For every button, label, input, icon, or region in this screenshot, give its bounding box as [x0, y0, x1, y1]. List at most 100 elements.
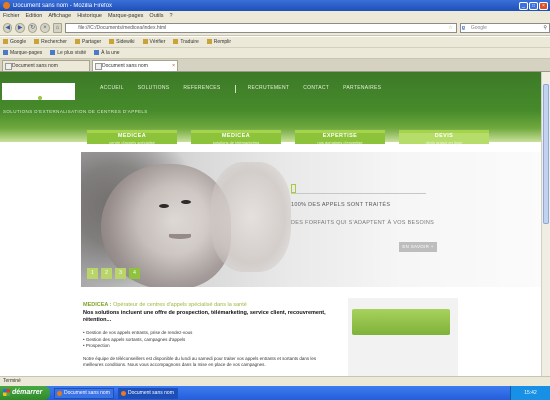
body-paragraph: Notre équipe de téléconseillers est disp…: [83, 355, 317, 367]
menu-view[interactable]: Affichage: [48, 13, 71, 19]
slide-dot-active[interactable]: 4: [129, 268, 140, 279]
menu-bookmarks[interactable]: Marque-pages: [108, 13, 143, 19]
window-controls: _ □ ×: [519, 1, 550, 10]
nav-item-home[interactable]: ACCUEIL: [100, 85, 138, 93]
hero-text: 100% DES APPELS SONT TRAITÉS DES FORFAIT…: [291, 182, 531, 252]
minimize-button[interactable]: _: [519, 1, 528, 10]
maximize-button[interactable]: □: [529, 1, 538, 10]
taskbar-item-label: Document sans nom: [128, 389, 174, 396]
subnav-button[interactable]: DEVIS devis gratuit en ligne: [399, 130, 489, 145]
windows-taskbar: démarrer Document sans nom Document sans…: [0, 386, 550, 400]
service-list: • Gestion de vos appels entrants, prise …: [83, 330, 333, 350]
bookmark-star-icon[interactable]: ☆: [448, 24, 452, 32]
subnav-subtitle: centre d'appels spécialisé: [109, 140, 155, 145]
forward-button[interactable]: ▶: [15, 22, 25, 33]
toolbar-item[interactable]: Rechercher: [34, 39, 67, 45]
menu-history[interactable]: Historique: [77, 13, 102, 19]
subnav-button[interactable]: EXPERTISE nos domaines d'expertise: [295, 130, 385, 145]
list-item: • Prospection: [83, 343, 110, 348]
home-button[interactable]: ⌂: [52, 22, 63, 33]
nav-item-contact[interactable]: CONTACT: [303, 85, 343, 93]
vertical-scrollbar[interactable]: [541, 72, 550, 376]
bookmark-item[interactable]: À la une: [94, 50, 119, 56]
subnav-subtitle: solutions de télémarketing: [212, 140, 260, 145]
url-bar[interactable]: file:///C:/Documents/medicea/index.html …: [65, 22, 457, 33]
browser-tab-active[interactable]: Document sans nom ×: [92, 60, 178, 71]
hero-more-button[interactable]: EN SAVOIR +: [399, 242, 437, 252]
intro-bold-text: Nos solutions incluent une offre de pros…: [83, 310, 326, 323]
hero-photo-hand: [211, 162, 291, 272]
hero-heading: 100% DES APPELS SONT TRAITÉS: [291, 202, 391, 208]
nav-item-recruitment[interactable]: RECRUTEMENT: [248, 85, 304, 93]
main-content: MEDICEA : Opérateur de centres d'appels …: [83, 302, 333, 368]
nav-item-solutions[interactable]: SOLUTIONS: [138, 85, 184, 93]
close-tab-icon[interactable]: ×: [172, 61, 175, 71]
search-input[interactable]: g Google ⚲: [459, 22, 550, 33]
tab-label: Document sans nom: [102, 63, 148, 69]
toolbar-item[interactable]: Vérifier: [143, 39, 166, 45]
subnav-title: DEVIS: [434, 133, 454, 139]
tab-strip: Document sans nom Document sans nom ×: [0, 59, 550, 72]
clock: 15:42: [524, 390, 537, 396]
menu-edit[interactable]: Edition: [26, 13, 43, 19]
site-logo[interactable]: [2, 83, 75, 100]
hero-phone-field: [291, 182, 426, 194]
toolbar-item[interactable]: Remplir: [207, 39, 231, 45]
slide-dot[interactable]: 1: [87, 268, 98, 279]
bookmark-item[interactable]: Le plus visité: [50, 50, 86, 56]
site-header: ACCUEIL SOLUTIONS REFERENCES RECRUTEMENT…: [0, 72, 550, 145]
toolbar-item[interactable]: Sidewiki: [109, 39, 134, 45]
start-label: démarrer: [12, 389, 43, 396]
sidebar-panel: [348, 298, 458, 378]
slide-dot[interactable]: 3: [115, 268, 126, 279]
hero-banner: 100% DES APPELS SONT TRAITÉS DES FORFAIT…: [81, 152, 541, 287]
nav-item-references[interactable]: REFERENCES: [183, 85, 234, 93]
toolbar-item[interactable]: Partager: [75, 39, 101, 45]
subnav-subtitle: nos domaines d'expertise: [317, 140, 363, 145]
search-icon[interactable]: ⚲: [543, 24, 547, 32]
intro-brand: MEDICEA :: [83, 302, 112, 308]
sub-navigation: MEDICEA centre d'appels spécialisé MEDIC…: [87, 130, 489, 145]
subnav-button[interactable]: MEDICEA centre d'appels spécialisé: [87, 130, 177, 145]
google-icon: g: [461, 24, 465, 31]
intro-headline: Opérateur de centres d'appels spécialisé…: [113, 302, 247, 308]
subnav-subtitle: devis gratuit en ligne: [425, 140, 463, 145]
start-button[interactable]: démarrer: [0, 386, 50, 400]
back-button[interactable]: ◀: [3, 22, 13, 33]
firefox-icon: [3, 2, 10, 9]
menu-bar: Fichier Edition Affichage Historique Mar…: [0, 11, 550, 20]
menu-file[interactable]: Fichier: [3, 13, 20, 19]
scrollbar-thumb[interactable]: [543, 84, 549, 224]
stop-button[interactable]: ×: [40, 22, 50, 33]
hero-photo-eye: [181, 200, 191, 204]
taskbar-item-label: Document sans nom: [64, 389, 110, 396]
bookmarks-bar: Marque-pages Le plus visité À la une: [0, 48, 550, 59]
subnav-button[interactable]: MEDICEA solutions de télémarketing: [191, 130, 281, 145]
slide-dot[interactable]: 2: [101, 268, 112, 279]
subnav-title: MEDICEA: [117, 133, 147, 139]
hero-photo-mouth: [169, 234, 191, 239]
taskbar-item[interactable]: Document sans nom: [54, 387, 114, 399]
bookmark-item[interactable]: Marque-pages: [3, 50, 42, 56]
nav-item-partners[interactable]: PARTENAIRES: [343, 85, 395, 93]
tab-label: Document sans nom: [12, 63, 58, 69]
google-toolbar: Google Rechercher Partager Sidewiki Véri…: [0, 37, 550, 48]
navigation-toolbar: ◀ ▶ ↻ × ⌂ file:///C:/Documents/medicea/i…: [0, 20, 550, 36]
toolbar-item[interactable]: Google: [3, 39, 26, 45]
taskbar-item-active[interactable]: Document sans nom: [118, 387, 178, 399]
browser-tab[interactable]: Document sans nom: [2, 60, 90, 71]
sidebar-green-banner[interactable]: [352, 309, 450, 335]
search-placeholder: Google: [470, 24, 487, 31]
close-window-button[interactable]: ×: [539, 1, 548, 10]
phone-marker-icon: [291, 184, 296, 193]
toolbar-item[interactable]: Traduire: [173, 39, 198, 45]
hero-photo-eye: [159, 204, 169, 208]
window-titlebar: Document sans nom - Mozilla Firefox _ □ …: [0, 0, 550, 11]
menu-tools[interactable]: Outils: [149, 13, 163, 19]
reload-button[interactable]: ↻: [27, 22, 38, 33]
intro-line: MEDICEA : Opérateur de centres d'appels …: [83, 302, 333, 309]
slideshow-pager: 1 2 3 4: [87, 268, 140, 279]
menu-help[interactable]: ?: [169, 13, 172, 19]
system-tray: 15:42: [510, 386, 550, 400]
status-text: Terminé: [3, 378, 21, 384]
